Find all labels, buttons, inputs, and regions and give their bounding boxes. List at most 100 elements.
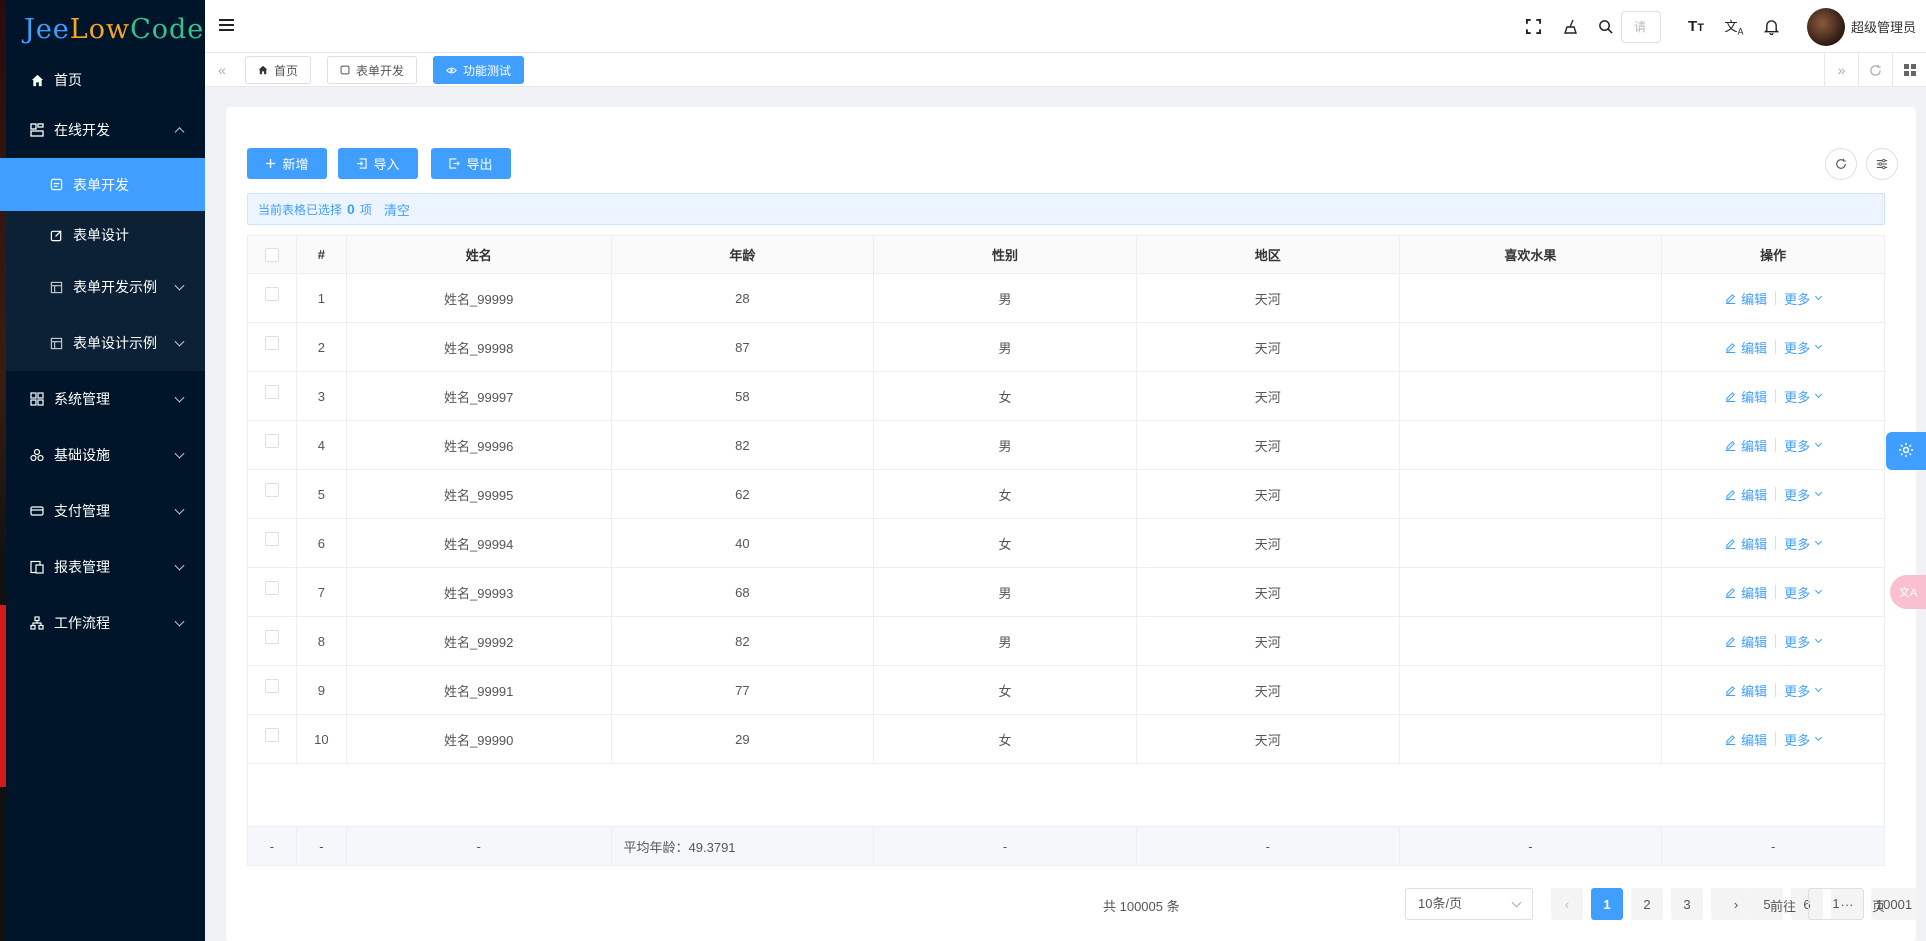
tabs-scroll-left-icon[interactable]: « bbox=[205, 53, 239, 87]
row-checkbox[interactable] bbox=[264, 581, 279, 595]
search-input[interactable]: 请 bbox=[1620, 10, 1661, 43]
more-dropdown[interactable]: 更多 bbox=[1784, 387, 1823, 406]
edit-link[interactable]: 编辑 bbox=[1725, 730, 1767, 749]
more-dropdown[interactable]: 更多 bbox=[1784, 730, 1823, 749]
more-dropdown[interactable]: 更多 bbox=[1784, 436, 1823, 455]
tabs-scroll-right-icon[interactable]: » bbox=[1824, 53, 1858, 87]
more-dropdown[interactable]: 更多 bbox=[1784, 681, 1823, 700]
avatar[interactable] bbox=[1806, 7, 1845, 46]
table-refresh-icon[interactable] bbox=[1825, 148, 1857, 180]
import-button[interactable]: 导入 bbox=[338, 148, 418, 179]
row-checkbox[interactable] bbox=[264, 728, 279, 742]
sidebar-item-workflow[interactable]: 工作流程 bbox=[0, 595, 205, 651]
app-logo[interactable]: Jee Low Code bbox=[0, 0, 205, 58]
row-checkbox-cell bbox=[248, 470, 297, 518]
more-label: 更多 bbox=[1784, 340, 1811, 356]
fruit-cell bbox=[1400, 274, 1663, 322]
page-size-select[interactable]: 10条/页 bbox=[1405, 888, 1533, 920]
row-checkbox[interactable] bbox=[264, 483, 279, 497]
clear-cache-icon[interactable] bbox=[1553, 0, 1591, 53]
edit-link[interactable]: 编辑 bbox=[1725, 289, 1767, 308]
page-button[interactable]: 1 bbox=[1591, 888, 1623, 920]
goto-page-input[interactable]: 1 bbox=[1808, 888, 1864, 920]
edit-link[interactable]: 编辑 bbox=[1725, 681, 1767, 700]
chevron-down-icon bbox=[1815, 439, 1823, 448]
index-cell: 6 bbox=[297, 519, 347, 567]
action-divider bbox=[1775, 340, 1777, 354]
summary-cell: - bbox=[1137, 827, 1400, 865]
translate-float-button[interactable]: 文A bbox=[1890, 575, 1926, 609]
prev-page-button[interactable]: ‹ bbox=[1551, 888, 1583, 920]
translate-icon[interactable]: 文A bbox=[1715, 0, 1753, 53]
settings-drawer-button[interactable] bbox=[1886, 432, 1926, 470]
page-button[interactable]: 2 bbox=[1631, 888, 1663, 920]
row-checkbox[interactable] bbox=[264, 434, 279, 448]
more-label: 更多 bbox=[1784, 732, 1811, 748]
row-checkbox[interactable] bbox=[264, 532, 279, 546]
row-checkbox[interactable] bbox=[264, 385, 279, 399]
tab-function-test[interactable]: 功能测试 bbox=[433, 56, 525, 84]
tab-form-dev[interactable]: 表单开发 bbox=[327, 56, 418, 84]
row-checkbox[interactable] bbox=[264, 287, 279, 301]
more-dropdown[interactable]: 更多 bbox=[1784, 534, 1823, 553]
fruit-cell bbox=[1400, 568, 1663, 616]
chevron-down-icon bbox=[1815, 733, 1823, 742]
chevron-down-icon bbox=[174, 560, 185, 571]
search-icon[interactable] bbox=[1591, 0, 1621, 53]
row-checkbox[interactable] bbox=[264, 630, 279, 644]
edit-link[interactable]: 编辑 bbox=[1725, 338, 1767, 357]
tabs-menu-icon[interactable] bbox=[1892, 53, 1926, 87]
table-body: 1 姓名_99999 28 男天河 编辑 更多 2 姓名_99998 87 男天河 编辑 更多 3 姓名_… bbox=[248, 274, 1884, 764]
row-checkbox[interactable] bbox=[264, 679, 279, 693]
tab-home[interactable]: 首页 bbox=[245, 56, 312, 84]
more-label: 更多 bbox=[1784, 389, 1811, 405]
sidebar-item-form-design-example[interactable]: 表单设计示例 bbox=[0, 315, 205, 371]
edit-link[interactable]: 编辑 bbox=[1725, 632, 1767, 651]
edit-link[interactable]: 编辑 bbox=[1725, 485, 1767, 504]
select-all-checkbox[interactable] bbox=[264, 247, 279, 262]
sidebar-item-report[interactable]: 报表管理 bbox=[0, 539, 205, 595]
edit-label: 编辑 bbox=[1741, 536, 1768, 552]
more-dropdown[interactable]: 更多 bbox=[1784, 632, 1823, 651]
sidebar-item-online-dev[interactable]: 在线开发 bbox=[0, 102, 205, 158]
column-settings-icon[interactable] bbox=[1866, 148, 1898, 180]
edit-link[interactable]: 编辑 bbox=[1725, 436, 1767, 455]
gender-cell: 男 bbox=[874, 421, 1137, 469]
more-dropdown[interactable]: 更多 bbox=[1784, 583, 1823, 602]
age-cell: 87 bbox=[612, 323, 875, 371]
next-page-button[interactable]: › bbox=[1720, 888, 1752, 920]
action-divider bbox=[1775, 634, 1777, 648]
summary-cell: - bbox=[297, 827, 347, 865]
gear-icon bbox=[1898, 442, 1914, 461]
bell-icon[interactable] bbox=[1753, 0, 1791, 53]
chevron-down-icon bbox=[174, 616, 185, 627]
sidebar-item-form-dev-example[interactable]: 表单开发示例 bbox=[0, 259, 205, 315]
fullscreen-icon[interactable] bbox=[1515, 0, 1553, 53]
more-dropdown[interactable]: 更多 bbox=[1784, 485, 1823, 504]
user-name[interactable]: 超级管理员 bbox=[1851, 17, 1916, 36]
export-button[interactable]: 导出 bbox=[431, 148, 511, 179]
refresh-icon[interactable] bbox=[1858, 53, 1892, 87]
sidebar-item-infra[interactable]: 基础设施 bbox=[0, 427, 205, 483]
chevron-down-icon bbox=[1815, 488, 1823, 497]
sidebar-item-form-design[interactable]: 表单设计 bbox=[0, 211, 205, 259]
chevron-down-icon bbox=[1815, 292, 1823, 301]
clear-selection-link[interactable]: 清空 bbox=[384, 200, 410, 219]
edit-link[interactable]: 编辑 bbox=[1725, 387, 1767, 406]
sidebar-item-system[interactable]: 系统管理 bbox=[0, 371, 205, 427]
sidebar-item-form-dev[interactable]: 表单开发 bbox=[0, 158, 205, 211]
sidebar-item-home[interactable]: 首页 bbox=[0, 58, 205, 102]
page-size-value: 10条/页 bbox=[1418, 896, 1463, 911]
sidebar-item-pay[interactable]: 支付管理 bbox=[0, 483, 205, 539]
edit-link[interactable]: 编辑 bbox=[1725, 583, 1767, 602]
edit-link[interactable]: 编辑 bbox=[1725, 534, 1767, 553]
region-cell: 天河 bbox=[1137, 274, 1400, 322]
more-dropdown[interactable]: 更多 bbox=[1784, 338, 1823, 357]
actions-cell: 编辑 更多 bbox=[1662, 323, 1884, 371]
row-checkbox[interactable] bbox=[264, 336, 279, 350]
add-button[interactable]: 新增 bbox=[247, 148, 327, 179]
menu-toggle-icon[interactable] bbox=[219, 19, 234, 31]
font-size-icon[interactable]: TT bbox=[1677, 0, 1715, 53]
more-dropdown[interactable]: 更多 bbox=[1784, 289, 1823, 308]
page-button[interactable]: 3 bbox=[1671, 888, 1703, 920]
